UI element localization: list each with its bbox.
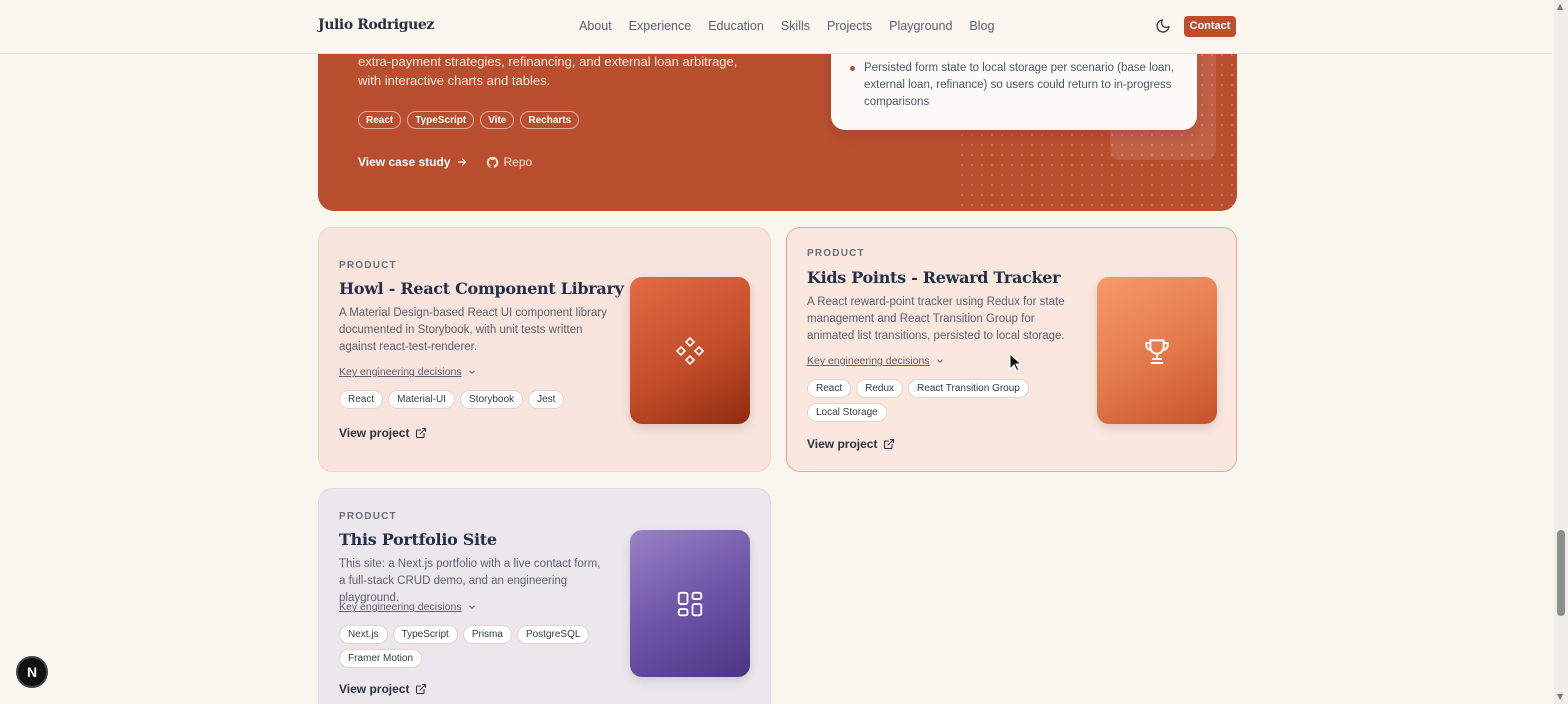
- tag: React Transition Group: [908, 379, 1029, 398]
- card-title: This Portfolio Site: [339, 530, 497, 549]
- trophy-icon: [1145, 338, 1169, 364]
- brand-logo[interactable]: Julio Rodriguez: [318, 17, 434, 33]
- tag: Jest: [528, 390, 565, 409]
- scrollbar-thumb[interactable]: [1557, 530, 1565, 616]
- nav-projects[interactable]: Projects: [827, 19, 872, 33]
- project-card-portfolio: PRODUCT This Portfolio Site This site: a…: [318, 488, 771, 704]
- decisions-label: Key engineering decisions: [339, 601, 462, 613]
- decisions-label: Key engineering decisions: [807, 355, 930, 367]
- tag: Vite: [480, 111, 515, 129]
- contact-button[interactable]: Contact: [1184, 16, 1236, 37]
- tag: Prisma: [462, 625, 512, 644]
- nav-education[interactable]: Education: [708, 19, 764, 33]
- card-eyebrow: PRODUCT: [339, 260, 397, 271]
- tag: React: [358, 111, 402, 129]
- project-thumbnail: [630, 277, 750, 424]
- decision-item: Persisted form state to local storage pe…: [864, 62, 1175, 108]
- view-project-label: View project: [339, 682, 410, 696]
- chevron-down-icon: [936, 359, 943, 363]
- external-link-icon: [416, 427, 427, 439]
- project-card-kids-points: PRODUCT Kids Points - Reward Tracker A R…: [786, 227, 1237, 472]
- featured-tags: React TypeScript Vite Recharts: [358, 111, 580, 129]
- tag: TypeScript: [407, 111, 475, 129]
- repo-label: Repo: [503, 155, 533, 169]
- tag: Material-UI: [388, 390, 456, 409]
- key-decisions-toggle[interactable]: Key engineering decisions: [339, 366, 477, 378]
- tag: PostgreSQL: [516, 625, 590, 644]
- external-link-icon: [884, 438, 895, 450]
- view-project-link[interactable]: View project: [339, 426, 427, 440]
- arrow-right-icon: [457, 158, 466, 166]
- card-title: Howl - React Component Library: [339, 279, 624, 298]
- view-project-link[interactable]: View project: [339, 682, 427, 696]
- tag: Redux: [856, 379, 904, 398]
- card-description: A React reward-point tracker using Redux…: [807, 296, 1065, 342]
- card-eyebrow: PRODUCT: [807, 248, 865, 259]
- view-case-study-link[interactable]: View case study: [358, 155, 468, 169]
- card-eyebrow: PRODUCT: [339, 511, 397, 522]
- card-description: A Material Design-based React UI compone…: [339, 307, 607, 353]
- featured-description: extra-payment strategies, refinancing, a…: [358, 54, 738, 88]
- chevron-down-icon: [468, 605, 475, 609]
- repo-link[interactable]: Repo: [486, 155, 533, 169]
- featured-links: View case study Repo: [358, 155, 532, 169]
- diamond-cluster-icon: [675, 336, 705, 365]
- mouse-cursor-icon: [1009, 353, 1023, 372]
- key-decisions-toggle[interactable]: Key engineering decisions: [807, 355, 945, 367]
- nav-skills[interactable]: Skills: [781, 19, 810, 33]
- moon-icon: [1156, 19, 1170, 33]
- view-project-link[interactable]: View project: [807, 437, 895, 451]
- decisions-label: Key engineering decisions: [339, 366, 462, 378]
- theme-toggle-button[interactable]: [1155, 18, 1173, 36]
- bullet-dot: [850, 66, 855, 71]
- nav-playground[interactable]: Playground: [889, 19, 952, 33]
- project-thumbnail: [630, 530, 750, 677]
- tag: React: [807, 379, 852, 398]
- tag-list: React Material-UI Storybook Jest: [339, 390, 609, 409]
- tag-list: Next.js TypeScript Prisma PostgreSQL Fra…: [339, 625, 609, 668]
- github-icon: [486, 156, 498, 168]
- key-decisions-toggle[interactable]: Key engineering decisions: [339, 601, 477, 613]
- tag: Recharts: [520, 111, 580, 129]
- project-card-howl: PRODUCT Howl - React Component Library A…: [318, 227, 771, 472]
- card-title: Kids Points - Reward Tracker: [807, 268, 1061, 287]
- tag: React: [339, 390, 384, 409]
- chevron-down-icon: [468, 370, 475, 374]
- layout-grid-icon: [677, 591, 703, 616]
- external-link-icon: [416, 683, 427, 695]
- tag: Framer Motion: [339, 649, 423, 668]
- scroll-up-arrow-icon[interactable]: ▲: [1557, 2, 1565, 11]
- nextjs-dev-badge[interactable]: N: [16, 656, 48, 688]
- tag: Next.js: [339, 625, 388, 644]
- site-header: Julio Rodriguez About Experience Educati…: [0, 0, 1552, 54]
- view-project-label: View project: [339, 426, 410, 440]
- case-study-label: View case study: [358, 155, 451, 169]
- scroll-down-arrow-icon[interactable]: ▼: [1557, 692, 1565, 701]
- nav-about[interactable]: About: [579, 19, 612, 33]
- tag: TypeScript: [392, 625, 458, 644]
- nav-experience[interactable]: Experience: [629, 19, 692, 33]
- nav-blog[interactable]: Blog: [969, 19, 994, 33]
- tag-list: React Redux React Transition Group Local…: [807, 379, 1077, 422]
- tag: Storybook: [460, 390, 524, 409]
- card-description: This site: a Next.js portfolio with a li…: [339, 558, 601, 604]
- tag: Local Storage: [807, 403, 887, 422]
- view-project-label: View project: [807, 437, 878, 451]
- project-thumbnail: [1097, 277, 1217, 424]
- main-nav: About Experience Education Skills Projec…: [579, 19, 1011, 33]
